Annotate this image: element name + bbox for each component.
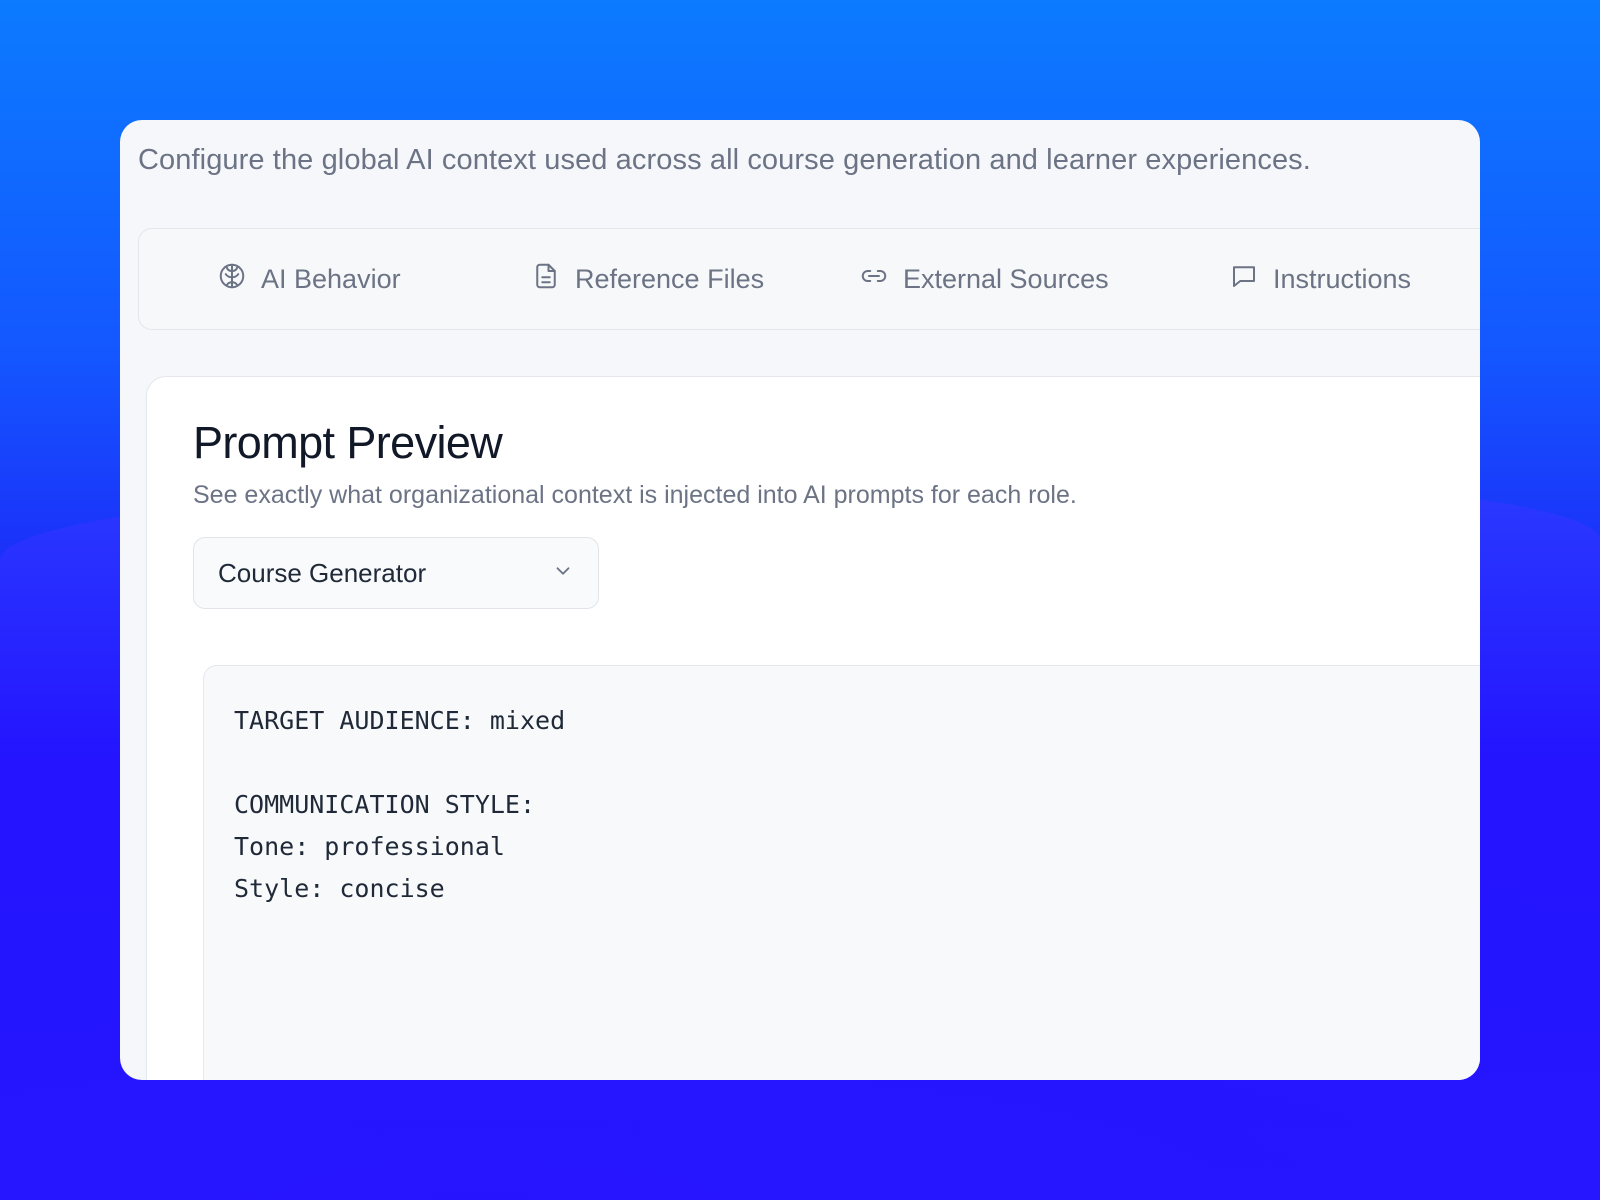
- tab-external-sources-label: External Sources: [903, 263, 1109, 294]
- file-icon: [531, 261, 561, 298]
- page-subtitle: Configure the global AI context used acr…: [138, 144, 1311, 176]
- tab-ai-behavior[interactable]: AI Behavior: [217, 229, 401, 329]
- code-line: COMMUNICATION STYLE:: [234, 790, 536, 819]
- role-select-value: Course Generator: [218, 557, 427, 588]
- tab-instructions-label: Instructions: [1273, 263, 1412, 294]
- prompt-preview-title: Prompt Preview: [193, 417, 503, 468]
- settings-window: Configure the global AI context used acr…: [120, 120, 1480, 1080]
- prompt-preview-card: Prompt Preview See exactly what organiza…: [146, 376, 1480, 1080]
- tab-external-sources[interactable]: External Sources: [859, 229, 1109, 329]
- link-icon: [859, 261, 889, 298]
- tab-bar: AI Behavior Reference Files External Sou…: [138, 228, 1480, 330]
- message-icon: [1229, 261, 1259, 298]
- brain-icon: [217, 261, 247, 298]
- prompt-preview-code: TARGET AUDIENCE: mixed COMMUNICATION STY…: [203, 665, 1480, 1080]
- code-line: TARGET AUDIENCE: mixed: [234, 706, 566, 735]
- role-select[interactable]: Course Generator: [193, 537, 599, 609]
- tab-ai-behavior-label: AI Behavior: [261, 263, 401, 294]
- prompt-preview-description: See exactly what organizational context …: [193, 481, 1077, 509]
- tab-instructions[interactable]: Instructions: [1229, 229, 1411, 329]
- chevron-down-icon: [552, 560, 574, 587]
- code-line: Style: concise: [234, 874, 445, 903]
- code-line: Tone: professional: [234, 832, 505, 861]
- tab-reference-files[interactable]: Reference Files: [531, 229, 764, 329]
- tab-reference-files-label: Reference Files: [575, 263, 765, 294]
